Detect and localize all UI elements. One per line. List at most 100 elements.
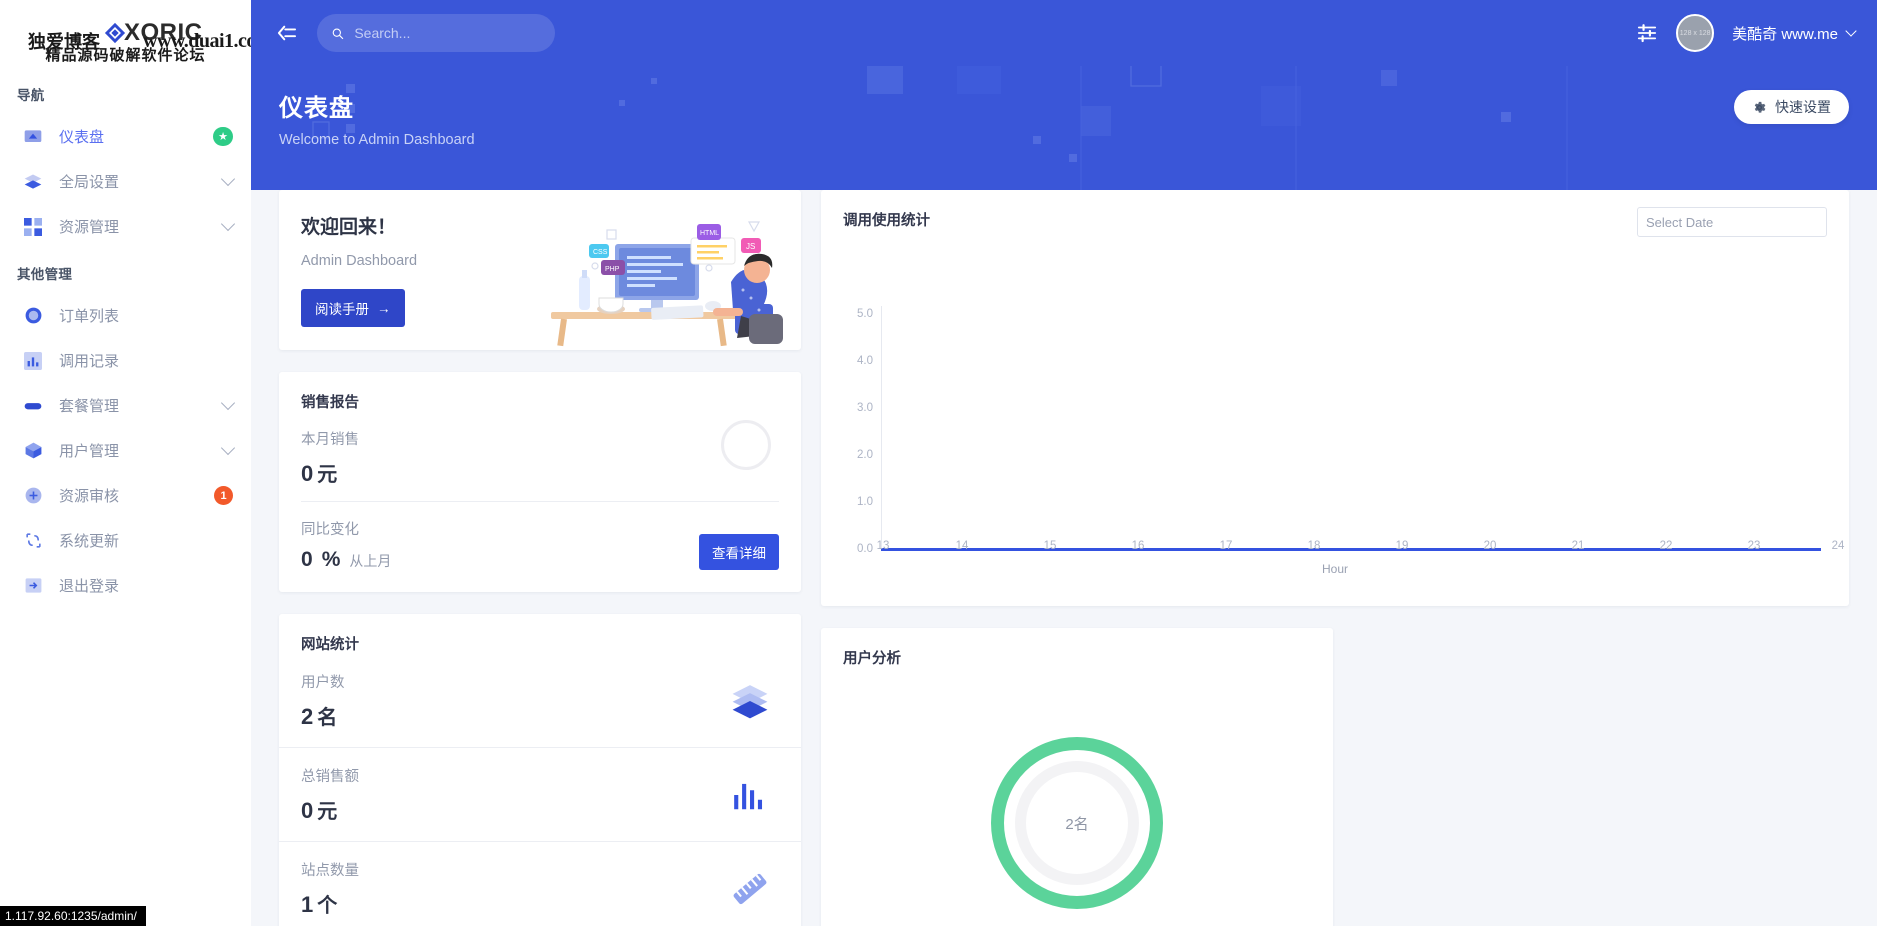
layers-icon xyxy=(22,171,44,193)
user-name-label: 美酷奇 www.me xyxy=(1732,25,1838,43)
collapse-arrow-icon xyxy=(277,25,296,41)
date-picker[interactable] xyxy=(1637,207,1827,237)
svg-text:PHP: PHP xyxy=(605,266,620,273)
stat-unit: 元 xyxy=(317,801,338,823)
sidebar-item-package-manage[interactable]: 套餐管理 xyxy=(0,383,251,428)
sidebar-item-order-list[interactable]: 订单列表 xyxy=(0,293,251,338)
sidebar-item-global-settings[interactable]: 全局设置 xyxy=(0,159,251,204)
sidebar-item-label: 资源审核 xyxy=(59,488,120,505)
settings-sliders-button[interactable] xyxy=(1636,23,1658,43)
avatar[interactable]: 128 x 128 xyxy=(1676,14,1715,52)
sales-report-title: 销售报告 xyxy=(301,395,359,411)
hero-decoration xyxy=(312,66,1568,190)
stat-value: 0 xyxy=(301,798,314,823)
layers-icon xyxy=(732,684,768,718)
sidebar-item-system-update[interactable]: 系统更新 xyxy=(0,518,251,563)
refresh-icon xyxy=(22,530,44,552)
status-badge: ★ xyxy=(213,127,233,146)
search-icon xyxy=(332,28,344,39)
sales-change-row: 同比变化 0 % 从上月 查看详细 xyxy=(279,502,801,592)
user-analysis-title: 用户分析 xyxy=(843,651,901,667)
sales-change-value: 0 xyxy=(301,548,313,571)
right-column: 调用使用统计 5.0 xyxy=(821,190,1849,926)
stat-row: 站点数量 1个 xyxy=(279,841,801,926)
x-tick: 19 xyxy=(1395,540,1409,552)
pill-icon xyxy=(22,395,44,417)
nav-section-title-nav: 导航 xyxy=(17,88,45,103)
chevron-down-icon xyxy=(220,440,236,456)
view-detail-button[interactable]: 查看详细 xyxy=(699,534,779,570)
main-area: 128 x 128 美酷奇 www.me xyxy=(251,0,1877,926)
user-analysis-donut-chart: 2名 xyxy=(821,668,1333,926)
date-input[interactable] xyxy=(1646,214,1822,230)
x-tick: 18 xyxy=(1307,540,1321,552)
search-box[interactable] xyxy=(317,14,555,52)
topbar: 128 x 128 美酷奇 www.me xyxy=(251,0,1877,66)
brand-header: XORIC 独爱博客 www.duai1.com 精品源码破解软件论坛 xyxy=(0,0,251,78)
dashboard-grid: 欢迎回来！ Admin Dashboard 阅读手册 → HTML JS CSS… xyxy=(279,190,1849,926)
x-tick: 23 xyxy=(1747,540,1761,552)
stat-label: 用户数 xyxy=(301,675,345,691)
sidebar-item-dashboard[interactable]: 仪表盘 ★ xyxy=(0,114,251,159)
y-axis-line xyxy=(881,306,882,551)
read-manual-button[interactable]: 阅读手册 → xyxy=(301,289,405,327)
sliders-icon xyxy=(1638,24,1657,43)
stat-label: 站点数量 xyxy=(301,863,359,879)
sidebar-item-label: 套餐管理 xyxy=(59,398,120,415)
welcome-card: 欢迎回来！ Admin Dashboard 阅读手册 → HTML JS CSS… xyxy=(279,190,801,350)
sidebar-item-label: 资源管理 xyxy=(59,219,120,236)
sales-month-row: 本月销售 0元 xyxy=(279,412,801,501)
stat-value: 2 xyxy=(301,704,314,729)
user-menu[interactable]: 美酷奇 www.me xyxy=(1732,23,1857,44)
donut-ring: 2名 xyxy=(991,737,1163,909)
dashboard-icon xyxy=(22,126,44,148)
stat-value-wrap: 2名 xyxy=(301,701,779,730)
sidebar: XORIC 独爱博客 www.duai1.com 精品源码破解软件论坛 导航 仪… xyxy=(0,0,251,926)
sidebar-item-user-manage[interactable]: 用户管理 xyxy=(0,428,251,473)
chevron-down-icon xyxy=(220,216,236,232)
y-tick: 5.0 xyxy=(857,308,873,320)
sidebar-collapse-button[interactable] xyxy=(269,15,305,51)
sales-month-unit: 元 xyxy=(317,464,338,486)
y-tick: 0.0 xyxy=(857,543,873,555)
stat-value-wrap: 0元 xyxy=(301,795,779,824)
stat-row: 总销售额 0元 xyxy=(279,747,801,841)
quick-settings-button[interactable]: 快速设置 xyxy=(1734,90,1849,124)
logout-icon xyxy=(22,575,44,597)
svg-text:HTML: HTML xyxy=(700,230,719,237)
page-subtitle: Welcome to Admin Dashboard xyxy=(279,132,475,148)
site-stats-title: 网站统计 xyxy=(301,637,359,653)
gear-icon xyxy=(1754,101,1766,113)
sidebar-item-label: 系统更新 xyxy=(59,533,120,550)
sidebar-item-call-records[interactable]: 调用记录 xyxy=(0,338,251,383)
sidebar-item-resource-manage[interactable]: 资源管理 xyxy=(0,204,251,249)
sales-month-value-wrap: 0元 xyxy=(301,458,779,487)
circle-icon xyxy=(22,305,44,327)
search-input[interactable] xyxy=(354,25,541,41)
sidebar-item-label: 用户管理 xyxy=(59,443,120,460)
svg-text:JS: JS xyxy=(746,242,755,251)
stat-row: 用户数 2名 xyxy=(279,654,801,747)
stat-value: 1 xyxy=(301,892,314,917)
stat-value-wrap: 1个 xyxy=(301,889,779,918)
content-area: 欢迎回来！ Admin Dashboard 阅读手册 → HTML JS CSS… xyxy=(251,190,1877,926)
series-line-call-count xyxy=(881,548,1821,551)
svg-text:CSS: CSS xyxy=(593,249,608,256)
chevron-down-icon xyxy=(1845,25,1857,37)
sidebar-item-label: 调用记录 xyxy=(59,353,120,370)
sidebar-item-logout[interactable]: 退出登录 xyxy=(0,563,251,608)
cube-icon xyxy=(22,440,44,462)
y-tick: 4.0 xyxy=(857,355,873,367)
sidebar-item-resource-audit[interactable]: 资源审核 1 xyxy=(0,473,251,518)
sidebar-item-label: 仪表盘 xyxy=(59,129,105,146)
stat-unit: 名 xyxy=(317,707,338,729)
topbar-right-group: 128 x 128 美酷奇 www.me xyxy=(1636,14,1857,52)
page-title: 仪表盘 xyxy=(279,95,354,122)
diamond-logo-icon xyxy=(104,22,126,44)
quick-settings-label: 快速设置 xyxy=(1775,99,1831,115)
left-column: 欢迎回来！ Admin Dashboard 阅读手册 → HTML JS CSS… xyxy=(279,190,801,926)
sales-report-card: 销售报告 本月销售 0元 同比变化 0 % 从上月 查看详细 xyxy=(279,372,801,592)
watermark-subtitle: 精品源码破解软件论坛 xyxy=(45,48,206,64)
ruler-icon xyxy=(733,873,767,904)
stat-unit: 个 xyxy=(317,895,338,917)
